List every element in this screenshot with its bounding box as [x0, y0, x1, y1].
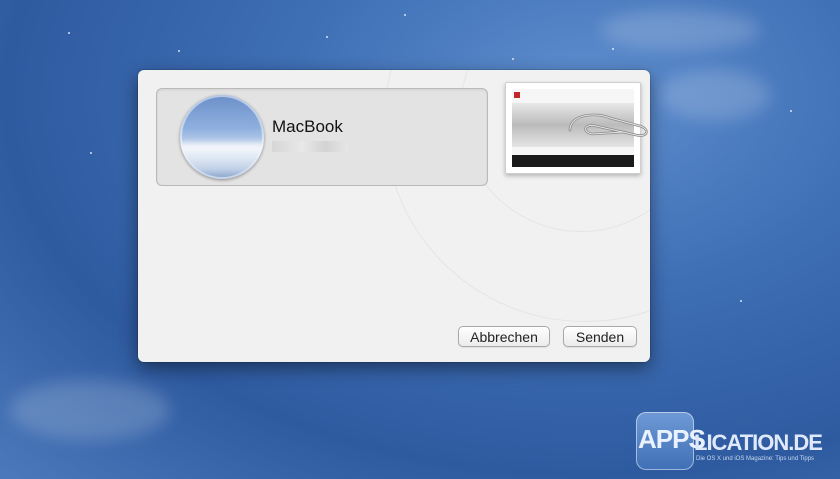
appslication-watermark: APPS LICATION.DE Die OS X und iOS Magazi…	[636, 412, 836, 470]
recipient-card[interactable]: MacBook	[156, 88, 488, 186]
cancel-button[interactable]: Abbrechen	[458, 326, 550, 347]
device-avatar	[180, 95, 264, 179]
send-button[interactable]: Senden	[563, 326, 637, 347]
device-name: MacBook	[272, 117, 343, 136]
paperclip-icon	[568, 113, 648, 137]
thumbnail-logo	[514, 92, 520, 98]
device-subtitle-placeholder	[272, 141, 348, 152]
thumbnail-footer-bar	[512, 155, 634, 167]
watermark-text-lication: LICATION.DE	[694, 430, 823, 455]
airdrop-share-sheet: MacBook Abbrechen Senden	[138, 70, 650, 362]
watermark-tagline: Die OS X und iOS Magazine: Tips und Tipp…	[696, 456, 815, 462]
